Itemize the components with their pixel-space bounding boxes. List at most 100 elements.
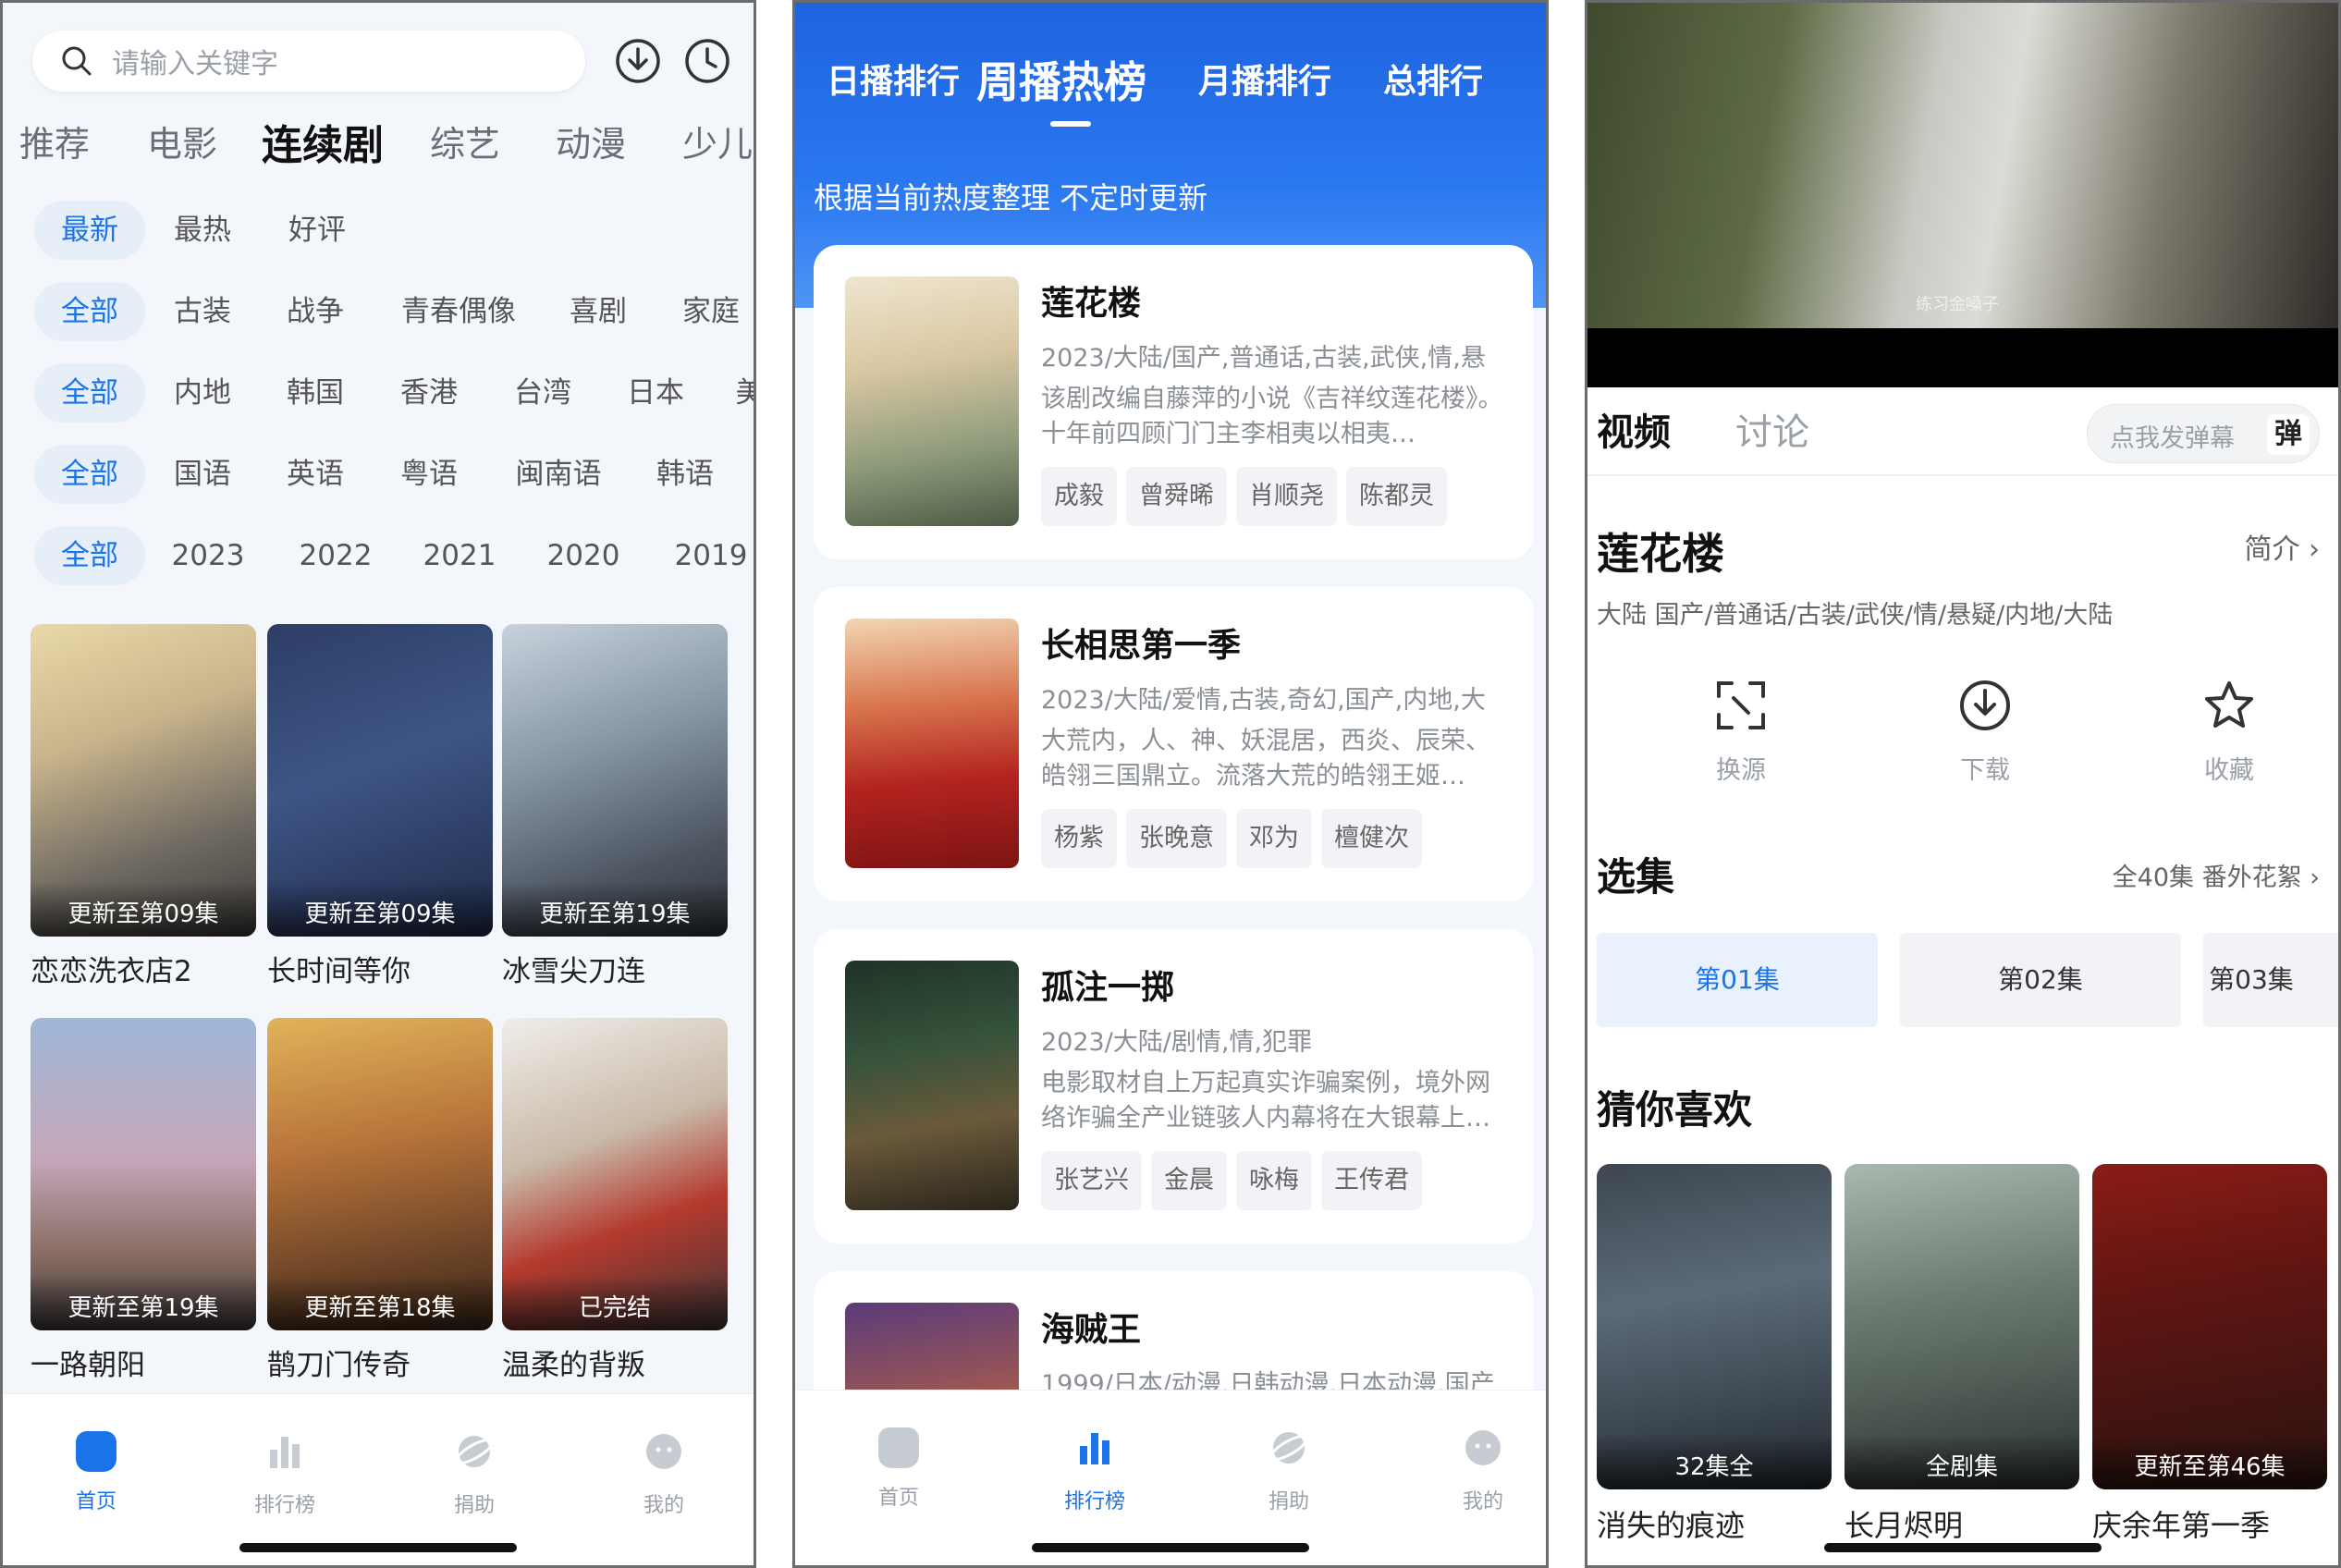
tab-home[interactable]: 首页 <box>41 1431 152 1514</box>
history-icon[interactable] <box>682 36 732 86</box>
switch-source-icon <box>1717 681 1765 729</box>
filter-year[interactable]: 2022 <box>280 526 391 585</box>
tab-profile[interactable]: 我的 <box>1428 1427 1538 1514</box>
show-card[interactable]: 更新至第09集 恋恋洗衣店2 <box>31 624 256 989</box>
filter-region[interactable]: 台湾 <box>487 363 598 423</box>
actor-chip[interactable]: 王传君 <box>1321 1151 1422 1210</box>
show-card[interactable]: 更新至第19集 一路朝阳 <box>31 1018 256 1383</box>
tab-label: 排行榜 <box>1063 1490 1125 1513</box>
divider <box>1587 474 2338 476</box>
tab-series[interactable]: 连续剧 <box>262 112 384 171</box>
filter-year[interactable]: 2019 <box>656 526 754 585</box>
filter-hottest[interactable]: 最热 <box>147 201 258 260</box>
actor-chip[interactable]: 肖顺尧 <box>1236 467 1337 526</box>
tab-total-ranking[interactable]: 总排行 <box>1383 55 1483 103</box>
episode-button[interactable]: 第03集 <box>2203 933 2338 1027</box>
episode-button[interactable]: 第02集 <box>1900 933 2181 1027</box>
actor-chip[interactable]: 成毅 <box>1041 467 1117 526</box>
show-title: 恋恋洗衣店2 <box>31 955 192 988</box>
rank-card[interactable]: 莲花楼 2023/大陆/国产,普通话,古装,武侠,情,悬 该剧改编自藤萍的小说《… <box>814 245 1533 559</box>
filter-region[interactable]: 香港 <box>374 363 484 423</box>
actor-chip[interactable]: 咏梅 <box>1236 1151 1312 1210</box>
tab-movie[interactable]: 电影 <box>147 116 217 166</box>
filter-year[interactable]: 2020 <box>528 526 639 585</box>
filter-year[interactable]: 2021 <box>404 526 515 585</box>
intro-link[interactable]: 简介 › <box>2244 526 2320 567</box>
tab-weekly-hot[interactable]: 周播热榜 <box>976 49 1146 110</box>
face-icon <box>1465 1430 1501 1465</box>
tab-video[interactable]: 视频 <box>1597 402 1671 456</box>
actor-chip[interactable]: 张艺兴 <box>1041 1151 1142 1210</box>
filter-genre[interactable]: 青春偶像 <box>389 282 528 341</box>
video-player[interactable]: 练习金嗓子 <box>1587 3 2338 387</box>
rank-card[interactable]: 长相思第一季 2023/大陆/爱情,古装,奇幻,国产,内地,大 大荒内，人、神、… <box>814 587 1533 901</box>
tab-anime[interactable]: 动漫 <box>556 116 626 166</box>
recommend-card[interactable]: 全剧集 长月烬明 <box>1845 1164 2079 1545</box>
filter-year-all[interactable]: 全部 <box>34 526 145 585</box>
actor-chip[interactable]: 檀健次 <box>1321 809 1422 868</box>
search-bar[interactable]: 请输入关键字 <box>32 31 585 92</box>
show-card[interactable]: 更新至第18集 鹊刀门传奇 <box>267 1018 493 1383</box>
rank-card[interactable]: 孤注一掷 2023/大陆/剧情,情,犯罪 电影取材自上万起真实诈骗案例，境外网络… <box>814 929 1533 1243</box>
show-tags: 大陆 国产/普通话/古装/武侠/情/悬疑/内地/大陆 <box>1597 601 2114 630</box>
filter-genre[interactable]: 家庭 <box>656 282 754 341</box>
show-poster: 更新至第19集 <box>31 1018 256 1330</box>
show-card[interactable]: 更新至第09集 长时间等你 <box>267 624 493 989</box>
tab-donate[interactable]: 捐助 <box>1233 1427 1344 1514</box>
filter-region[interactable]: 美 <box>731 363 754 423</box>
tab-monthly-ranking[interactable]: 月播排行 <box>1198 55 1331 103</box>
filter-genre[interactable]: 战争 <box>260 282 371 341</box>
tab-home[interactable]: 首页 <box>843 1427 954 1511</box>
actor-chip[interactable]: 曾舜晞 <box>1126 467 1227 526</box>
filter-language[interactable]: 粤语 <box>374 445 484 504</box>
filter-language[interactable]: 韩语 <box>630 445 741 504</box>
actor-chip[interactable]: 陈都灵 <box>1346 467 1447 526</box>
filter-region-all[interactable]: 全部 <box>34 363 145 423</box>
tab-label: 首页 <box>75 1490 116 1513</box>
actor-list: 张艺兴 金晨 咏梅 王传君 <box>1041 1151 1431 1210</box>
show-card[interactable]: 已完结 温柔的背叛 <box>502 1018 728 1383</box>
filter-region[interactable]: 日本 <box>600 363 711 423</box>
tab-recommend[interactable]: 推荐 <box>19 116 90 166</box>
actor-chip[interactable]: 金晨 <box>1151 1151 1227 1210</box>
tab-kids[interactable]: 少儿 <box>682 116 753 166</box>
danmu-input[interactable]: 点我发弹幕 弹 <box>2087 404 2320 463</box>
filter-region[interactable]: 内地 <box>147 363 258 423</box>
actor-chip[interactable]: 杨紫 <box>1041 809 1117 868</box>
filter-language[interactable]: 国语 <box>147 445 258 504</box>
episode-badge: 更新至第09集 <box>31 881 256 937</box>
filter-language[interactable]: 闽南语 <box>498 445 619 504</box>
switch-source-button[interactable]: 换源 <box>1676 678 1806 786</box>
recommend-card[interactable]: 32集全 消失的痕迹 <box>1597 1164 1832 1545</box>
show-card[interactable]: 更新至第19集 冰雪尖刀连 <box>502 624 728 989</box>
home-indicator <box>1824 1543 2102 1552</box>
actor-chip[interactable]: 张晚意 <box>1126 809 1227 868</box>
download-button[interactable]: 下载 <box>1920 678 2050 786</box>
all-episodes-link[interactable]: 全40集 番外花絮 › <box>2113 857 2320 893</box>
actor-chip[interactable]: 邓为 <box>1236 809 1312 868</box>
tab-profile[interactable]: 我的 <box>608 1431 719 1518</box>
danmu-toggle-button[interactable]: 弹 <box>2267 414 2310 455</box>
filter-region[interactable]: 韩国 <box>260 363 371 423</box>
episodes-info: 全40集 番外花絮 <box>2112 864 2302 892</box>
bar-chart-icon <box>1080 1433 1109 1464</box>
filter-genre-all[interactable]: 全部 <box>34 282 145 341</box>
episode-button[interactable]: 第01集 <box>1597 933 1878 1027</box>
tab-variety[interactable]: 综艺 <box>430 116 500 166</box>
recommend-card[interactable]: 更新至第46集 庆余年第一季 <box>2092 1164 2327 1545</box>
filter-language-all[interactable]: 全部 <box>34 445 145 504</box>
filter-genre[interactable]: 古装 <box>147 282 258 341</box>
tab-discussion[interactable]: 讨论 <box>1735 402 1809 456</box>
tab-ranking[interactable]: 排行榜 <box>1039 1427 1150 1514</box>
filter-language[interactable]: 英语 <box>260 445 371 504</box>
filter-year[interactable]: 2023 <box>153 526 264 585</box>
filter-newest[interactable]: 最新 <box>34 201 145 260</box>
filter-genre[interactable]: 喜剧 <box>543 282 654 341</box>
tab-donate[interactable]: 捐助 <box>419 1431 530 1518</box>
filter-top-rated[interactable]: 好评 <box>262 201 373 260</box>
favorite-button[interactable]: 收藏 <box>2164 678 2294 786</box>
tab-ranking[interactable]: 排行榜 <box>229 1431 340 1518</box>
download-icon[interactable] <box>613 36 663 86</box>
tab-daily-ranking[interactable]: 日播排行 <box>827 55 960 103</box>
episode-badge: 32集全 <box>1597 1434 1832 1489</box>
